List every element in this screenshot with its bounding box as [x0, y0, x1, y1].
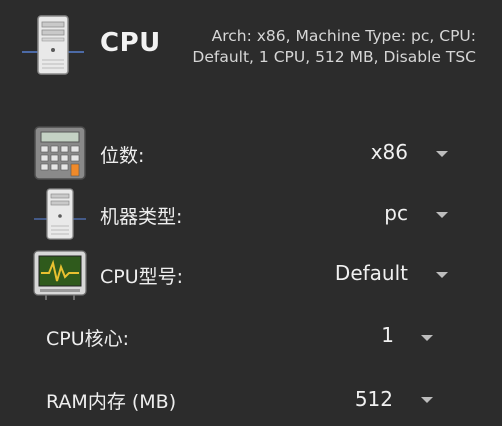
arch-label: 位数: [100, 145, 145, 167]
cpu-header: CPU Arch: x86, Machine Type: pc, CPU: De… [0, 0, 502, 110]
setting-row-cpu-model[interactable]: CPU型号: Default [0, 246, 502, 302]
machine-type-label: 机器类型: [100, 206, 183, 228]
arch-value[interactable]: x86 [371, 140, 408, 164]
setting-row-cpu-cores[interactable]: CPU核心: 1 [0, 308, 502, 364]
chevron-down-icon[interactable] [421, 335, 433, 341]
ram-value[interactable]: 512 [355, 387, 393, 411]
server-tower-icon [22, 15, 84, 75]
cpu-summary: Arch: x86, Machine Type: pc, CPU: Defaul… [192, 27, 476, 66]
machine-type-value[interactable]: pc [384, 201, 408, 225]
setting-row-machine-type[interactable]: 机器类型: pc [0, 186, 502, 242]
ram-label: RAM内存 (MB) [46, 391, 177, 413]
chevron-down-icon[interactable] [436, 272, 448, 278]
cpu-model-value[interactable]: Default [335, 261, 408, 285]
server-tower-icon [34, 188, 86, 240]
chevron-down-icon[interactable] [436, 212, 448, 218]
chevron-down-icon[interactable] [436, 151, 448, 157]
calculator-icon [34, 126, 86, 180]
cpu-model-label: CPU型号: [100, 266, 184, 288]
cpu-cores-label: CPU核心: [46, 328, 130, 350]
setting-row-arch[interactable]: 位数: x86 [0, 125, 502, 181]
cpu-monitor-icon [33, 250, 87, 300]
chevron-down-icon[interactable] [421, 397, 433, 403]
setting-row-ram[interactable]: RAM内存 (MB) 512 [0, 370, 502, 426]
cpu-cores-value[interactable]: 1 [381, 323, 394, 347]
page-title: CPU [100, 28, 161, 58]
